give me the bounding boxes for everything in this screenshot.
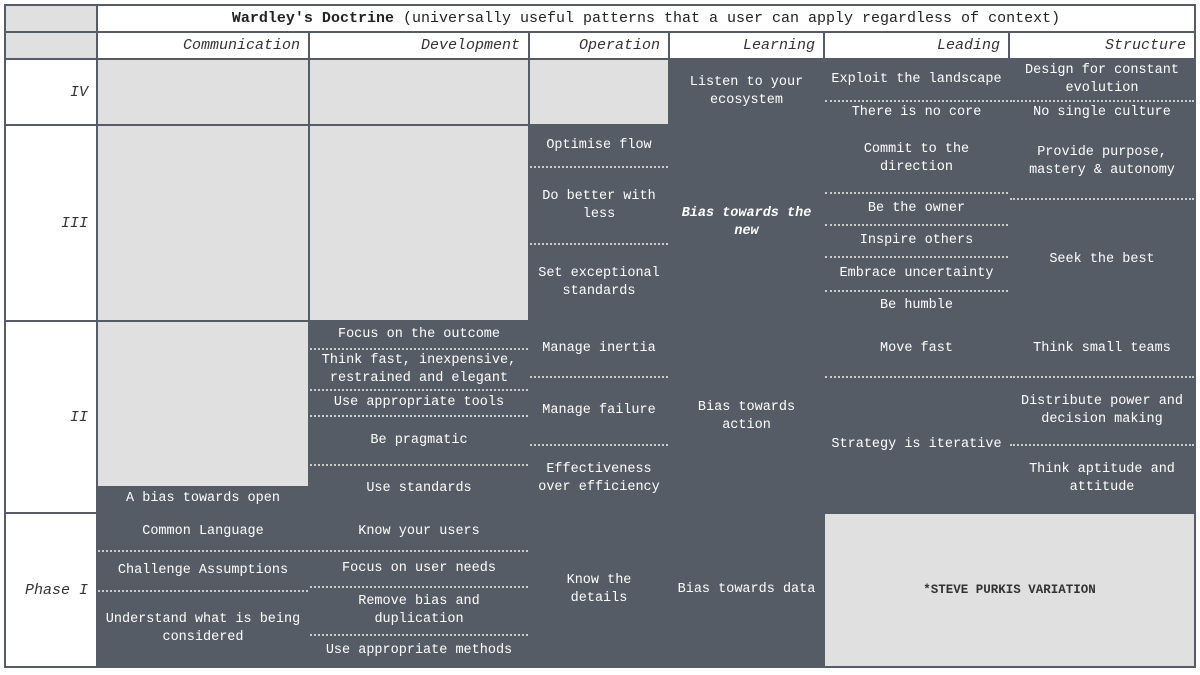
empty-cell [310,126,528,320]
cell-ii-struct2: Distribute power and decision making [1010,376,1194,444]
doctrine-table: Wardley's Doctrine (universally useful p… [0,0,1200,675]
header-leading: Leading [825,33,1010,58]
cell-iv-structure2: No single culture [1010,100,1194,124]
cell-ii-struct3: Think aptitude and attitude [1010,444,1194,512]
cell-ii-comm: A bias towards open [98,486,308,512]
cell-ii-dev3: Use appropriate tools [310,389,528,415]
cell-i-comm3: Understand what is being considered [98,590,308,666]
cell-iv-structure1: Design for constant evolution [1010,60,1194,100]
title-rest: (universally useful patterns that a user… [403,10,1060,27]
cell-iii-lead5: Be humble [825,290,1008,320]
title-corner [6,6,98,31]
cell-i-learning: Bias towards data [670,514,823,666]
empty-cell [530,60,668,124]
cell-ii-lead2: Strategy is iterative [825,376,1008,512]
cell-iv-leading1: Exploit the landscape [825,60,1008,100]
cell-i-dev1: Know your users [310,514,528,550]
phase-iv-row: IV Listen to your ecosystem Exploit the … [4,58,1196,124]
header-structure: Structure [1010,33,1194,58]
note-box: *STEVE PURKIS VARIATION [825,514,1194,666]
phase-i-label: Phase I [6,514,98,666]
column-headers: Communication Development Operation Lear… [4,31,1196,58]
header-corner [6,33,98,58]
header-learning: Learning [670,33,825,58]
cell-i-comm2: Challenge Assumptions [98,550,308,590]
cell-iii-op3: Set exceptional standards [530,243,668,320]
empty-cell [98,126,308,320]
cell-iv-learning: Listen to your ecosystem [670,60,823,124]
phase-iii-row: III Optimise flow Do better with less Se… [4,124,1196,320]
phase-iii-label: III [6,126,98,320]
title-main: Wardley's Doctrine (universally useful p… [98,6,1194,31]
cell-iii-lead2: Be the owner [825,192,1008,224]
header-development: Development [310,33,530,58]
cell-ii-struct1: Think small teams [1010,322,1194,376]
empty-cell [310,60,528,124]
cell-ii-op2: Manage failure [530,376,668,444]
cell-iii-lead1: Commit to the direction [825,126,1008,192]
cell-ii-op1: Manage inertia [530,322,668,376]
title-row: Wardley's Doctrine (universally useful p… [4,4,1196,31]
phase-iv-label: IV [6,60,98,124]
cell-iv-leading2: There is no core [825,100,1008,124]
cell-i-dev2: Focus on user needs [310,550,528,586]
cell-ii-dev2: Think fast, inexpensive, restrained and … [310,348,528,389]
cell-iii-struct1: Provide purpose, mastery & autonomy [1010,126,1194,198]
header-operation: Operation [530,33,670,58]
cell-iii-op1: Optimise flow [530,126,668,166]
attribution-note: *STEVE PURKIS VARIATION [923,583,1096,597]
header-communication: Communication [98,33,310,58]
cell-ii-dev5: Use standards [310,464,528,512]
cell-ii-op3: Effectiveness over efficiency [530,444,668,512]
cell-i-dev4: Use appropriate methods [310,634,528,666]
empty-cell [98,60,308,124]
cell-ii-dev4: Be pragmatic [310,415,528,463]
cell-ii-lead1: Move fast [825,322,1008,376]
phase-i-row: Phase I Common Language Challenge Assump… [4,512,1196,668]
cell-ii-dev1: Focus on the outcome [310,322,528,348]
cell-iii-struct2: Seek the best [1010,198,1194,320]
empty-cell [98,322,308,486]
cell-iii-lead3: Inspire others [825,224,1008,256]
phase-ii-label: II [6,322,98,512]
cell-i-dev3: Remove bias and duplication [310,586,528,634]
phase-ii-row: II A bias towards open Focus on the outc… [4,320,1196,512]
cell-i-op: Know the details [530,514,668,666]
cell-i-comm1: Common Language [98,514,308,550]
cell-ii-learning: Bias towards action [670,322,823,512]
title-bold: Wardley's Doctrine [232,10,394,27]
cell-iii-learning: Bias towards the new [670,126,823,320]
cell-iii-op2: Do better with less [530,166,668,243]
cell-iii-lead4: Embrace uncertainty [825,256,1008,290]
